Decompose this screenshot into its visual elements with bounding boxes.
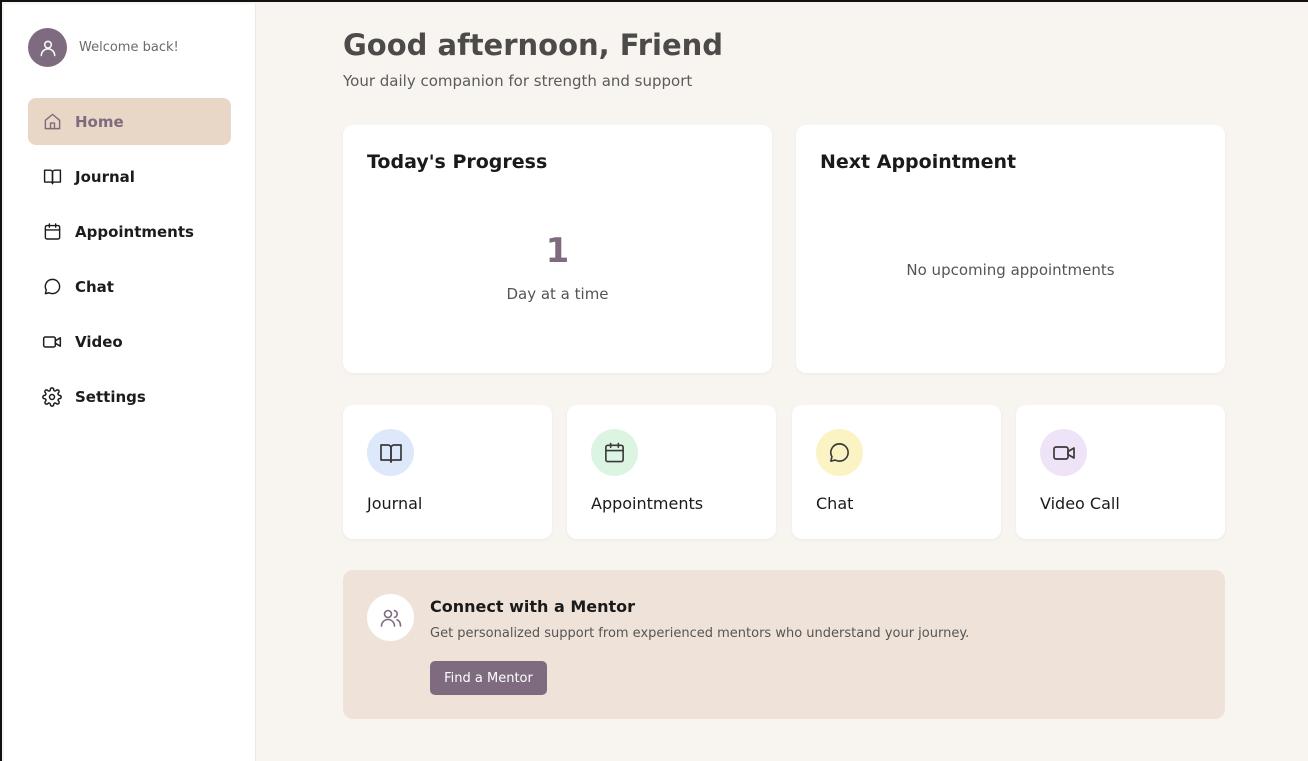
quick-action-label: Chat [816,494,854,513]
user-icon [40,40,55,56]
page-subtitle: Your daily companion for strength and su… [343,72,693,90]
sidebar-item-label: Journal [75,167,135,186]
page-title: Good afternoon, Friend [343,28,724,62]
video-icon [42,332,62,352]
appointment-title: Next Appointment [820,151,1017,173]
progress-label: Day at a time [506,285,609,303]
sidebar-item-label: Home [75,112,124,131]
sidebar: Welcome back! Home Journal Appointments [4,4,256,761]
progress-title: Today's Progress [367,151,548,173]
calendar-icon [42,222,62,242]
quick-action-journal[interactable]: Journal [343,405,552,539]
mentor-title: Connect with a Mentor [430,597,636,616]
calendar-icon [591,429,638,476]
mentor-description: Get personalized support from experience… [430,626,970,641]
chat-icon [42,277,62,297]
chat-icon [816,429,863,476]
sidebar-item-journal[interactable]: Journal [28,153,231,200]
welcome-text: Welcome back! [79,40,179,55]
home-icon [42,112,62,132]
video-icon [1040,429,1087,476]
sidebar-item-home[interactable]: Home [28,98,231,145]
sidebar-item-settings[interactable]: Settings [28,373,231,420]
quick-action-video-call[interactable]: Video Call [1016,405,1225,539]
sidebar-item-label: Appointments [75,222,194,241]
avatar[interactable] [28,28,67,67]
quick-action-chat[interactable]: Chat [792,405,1001,539]
sidebar-item-label: Video [75,332,123,351]
sidebar-item-chat[interactable]: Chat [28,263,231,310]
profile: Welcome back! [28,28,179,67]
users-icon [367,594,414,641]
quick-action-appointments[interactable]: Appointments [567,405,776,539]
progress-value: 1 [545,231,570,271]
app-window: Welcome back! Home Journal Appointments [0,0,1308,761]
appointment-card: Next Appointment No upcoming appointment… [796,125,1225,373]
quick-action-label: Video Call [1040,494,1120,513]
quick-action-label: Appointments [591,494,704,513]
appointment-empty-text: No upcoming appointments [906,261,1115,279]
book-icon [42,167,62,187]
find-mentor-button[interactable]: Find a Mentor [430,661,547,695]
mentor-banner: Connect with a Mentor Get personalized s… [343,570,1225,719]
sidebar-nav: Home Journal Appointments Chat Video Set… [28,98,231,428]
sidebar-item-label: Chat [75,277,114,296]
sidebar-item-appointments[interactable]: Appointments [28,208,231,255]
quick-action-label: Journal [367,494,423,513]
sidebar-item-video[interactable]: Video [28,318,231,365]
gear-icon [42,386,62,407]
progress-card: Today's Progress 1 Day at a time [343,125,772,373]
sidebar-item-label: Settings [75,387,146,406]
book-icon [367,429,414,476]
